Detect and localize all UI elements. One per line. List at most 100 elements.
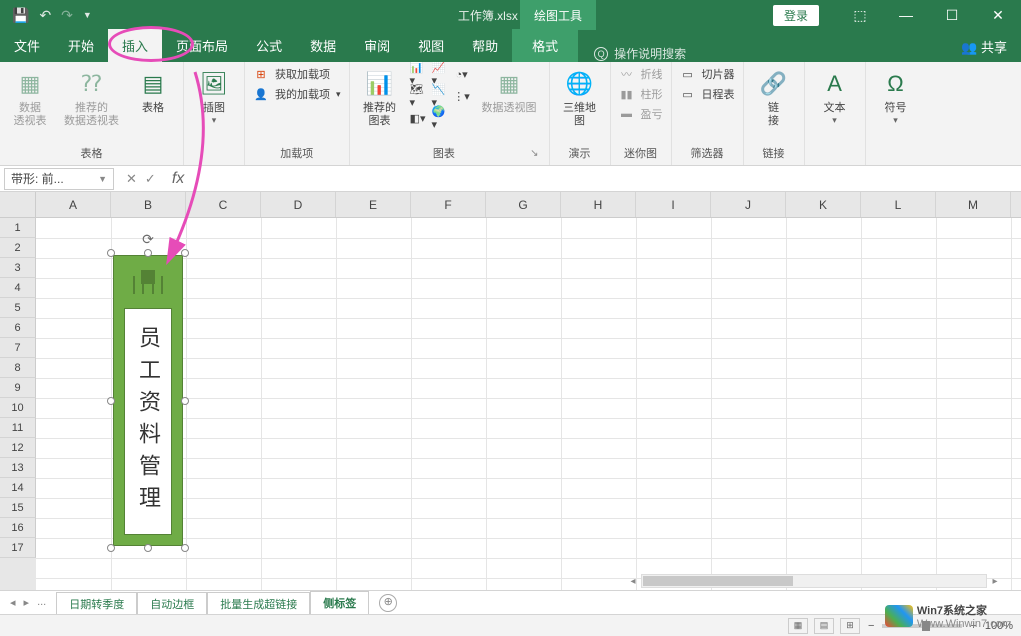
undo-icon[interactable]: ↶ <box>39 7 51 24</box>
sparkline-column-button[interactable]: ▮▮柱形 <box>619 86 663 102</box>
sheet-nav-prev-icon[interactable]: ◂ <box>10 596 16 609</box>
formula-input[interactable] <box>184 168 1021 190</box>
column-header[interactable]: I <box>636 192 711 217</box>
row-header[interactable]: 1 <box>0 218 36 238</box>
hyperlink-button[interactable]: 🔗 链 接 <box>752 66 796 130</box>
tab-file[interactable]: 文件 <box>0 29 54 62</box>
sheet-nav-next-icon[interactable]: ▸ <box>24 596 30 609</box>
row-header[interactable]: 8 <box>0 358 36 378</box>
tab-format[interactable]: 格式 <box>512 29 578 62</box>
cell-area[interactable]: ⟳ 员工资料管理 <box>36 218 1021 590</box>
scatter-chart-icon[interactable]: ⋮▾ <box>454 88 470 104</box>
column-header[interactable]: E <box>336 192 411 217</box>
login-button[interactable]: 登录 <box>773 5 819 26</box>
tell-me-search[interactable]: Q 操作说明搜索 <box>594 45 686 62</box>
rotate-handle-icon[interactable]: ⟳ <box>142 231 154 248</box>
sheet-tab[interactable]: 批量生成超链接 <box>207 592 310 615</box>
save-icon[interactable]: 💾 <box>12 7 29 24</box>
row-header[interactable]: 3 <box>0 258 36 278</box>
column-header[interactable]: G <box>486 192 561 217</box>
scroll-left-icon[interactable]: ◂ <box>625 576 641 587</box>
sheet-tab-active[interactable]: 侧标签 <box>310 591 369 616</box>
resize-handle[interactable] <box>107 249 115 257</box>
row-header[interactable]: 4 <box>0 278 36 298</box>
column-header[interactable]: K <box>786 192 861 217</box>
ribbon-shape[interactable]: ⟳ 员工资料管理 <box>111 253 185 548</box>
qat-dropdown-icon[interactable]: ▼ <box>83 10 92 20</box>
ribbon-options-icon[interactable]: ⬚ <box>837 7 883 24</box>
scroll-right-icon[interactable]: ▸ <box>987 576 1003 587</box>
row-header[interactable]: 17 <box>0 538 36 558</box>
get-addins-button[interactable]: ⊞ 获取加载项 <box>253 66 341 82</box>
row-header[interactable]: 16 <box>0 518 36 538</box>
map-chart-icon[interactable]: 🌍▾ <box>432 110 448 126</box>
scroll-track[interactable] <box>641 574 987 588</box>
redo-icon[interactable]: ↷ <box>61 7 73 24</box>
hierarchy-chart-icon[interactable]: 🗺▾ <box>410 88 426 104</box>
resize-handle[interactable] <box>181 249 189 257</box>
combo-chart-icon[interactable]: ◧▾ <box>410 110 426 126</box>
row-header[interactable]: 5 <box>0 298 36 318</box>
statistic-chart-icon[interactable]: 📉▾ <box>432 88 448 104</box>
text-button[interactable]: A 文本 ▾ <box>813 66 857 128</box>
tab-help[interactable]: 帮助 <box>458 29 512 62</box>
row-header[interactable]: 9 <box>0 378 36 398</box>
tab-data[interactable]: 数据 <box>296 29 350 62</box>
sheet-nav-more[interactable]: ... <box>37 596 46 609</box>
column-header[interactable]: C <box>186 192 261 217</box>
column-chart-icon[interactable]: 📊▾ <box>410 66 426 82</box>
column-header[interactable]: L <box>861 192 936 217</box>
resize-handle[interactable] <box>144 544 152 552</box>
3dmap-button[interactable]: 🌐 三维地 图 <box>558 66 602 130</box>
illustrations-button[interactable]: 🖼 插图 ▾ <box>192 66 236 128</box>
name-box[interactable]: 带形: 前... ▼ <box>4 168 114 190</box>
slicer-button[interactable]: ▭切片器 <box>680 66 735 82</box>
sheet-tab[interactable]: 自动边框 <box>137 592 207 615</box>
zoom-out-icon[interactable]: − <box>868 620 874 632</box>
column-header[interactable]: A <box>36 192 111 217</box>
tab-formulas[interactable]: 公式 <box>242 29 296 62</box>
row-header[interactable]: 10 <box>0 398 36 418</box>
pivottable-button[interactable]: ▦ 数据 透视表 <box>8 66 52 130</box>
resize-handle[interactable] <box>107 397 115 405</box>
column-header[interactable]: M <box>936 192 1011 217</box>
minimize-icon[interactable]: — <box>883 7 929 23</box>
sparkline-winloss-button[interactable]: ▬盈亏 <box>619 106 663 122</box>
share-button[interactable]: 👥 共享 <box>961 37 1007 62</box>
row-header[interactable]: 11 <box>0 418 36 438</box>
row-header[interactable]: 12 <box>0 438 36 458</box>
dialog-launcher-icon[interactable]: ↘ <box>530 148 540 159</box>
pie-chart-icon[interactable]: ◔▾ <box>454 66 470 82</box>
sheet-tab[interactable]: 日期转季度 <box>56 592 137 615</box>
cancel-formula-icon[interactable]: ✕ <box>126 171 137 187</box>
row-header[interactable]: 13 <box>0 458 36 478</box>
fx-icon[interactable]: fx <box>172 170 184 188</box>
column-header[interactable]: D <box>261 192 336 217</box>
row-header[interactable]: 2 <box>0 238 36 258</box>
recommended-pivot-button[interactable]: ⁇ 推荐的 数据透视表 <box>60 66 123 130</box>
tab-home[interactable]: 开始 <box>54 29 108 62</box>
select-all-corner[interactable] <box>0 192 36 217</box>
tab-layout[interactable]: 页面布局 <box>162 29 242 62</box>
tab-view[interactable]: 视图 <box>404 29 458 62</box>
column-header[interactable]: J <box>711 192 786 217</box>
chevron-down-icon[interactable]: ▼ <box>98 174 107 184</box>
my-addins-button[interactable]: 👤 我的加载项 ▾ <box>253 86 341 102</box>
scroll-thumb[interactable] <box>643 576 793 586</box>
symbol-button[interactable]: Ω 符号 ▾ <box>874 66 918 128</box>
new-sheet-button[interactable]: ⊕ <box>379 594 397 612</box>
column-header[interactable]: F <box>411 192 486 217</box>
normal-view-icon[interactable]: ▦ <box>788 618 808 634</box>
pagebreak-view-icon[interactable]: ⊞ <box>840 618 860 634</box>
tab-insert[interactable]: 插入 <box>108 29 162 62</box>
pivotchart-button[interactable]: ▦ 数据透视图 <box>478 66 541 117</box>
column-header[interactable]: B <box>111 192 186 217</box>
pagelayout-view-icon[interactable]: ▤ <box>814 618 834 634</box>
maximize-icon[interactable]: ☐ <box>929 7 975 24</box>
resize-handle[interactable] <box>107 544 115 552</box>
sparkline-line-button[interactable]: 〰折线 <box>619 66 663 82</box>
row-header[interactable]: 6 <box>0 318 36 338</box>
recommended-charts-button[interactable]: 📊 推荐的 图表 <box>358 66 402 130</box>
resize-handle[interactable] <box>144 249 152 257</box>
horizontal-scrollbar[interactable]: ◂ ▸ <box>625 572 1003 590</box>
